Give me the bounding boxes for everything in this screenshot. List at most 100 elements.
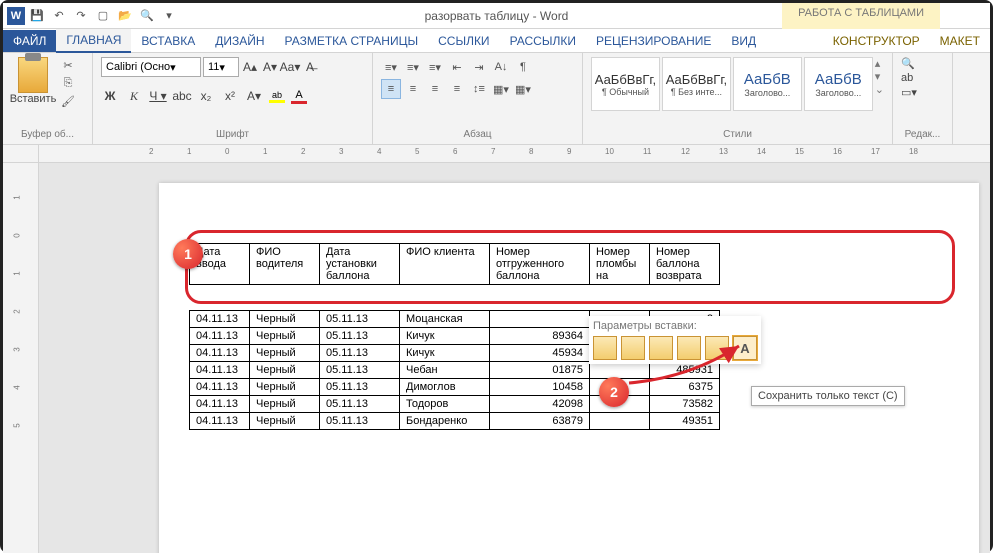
style-heading2[interactable]: АаБбВ Заголово... — [804, 57, 873, 111]
table-cell[interactable]: 05.11.13 — [320, 379, 400, 396]
tab-references[interactable]: ССЫЛКИ — [428, 30, 499, 52]
indent-right-icon[interactable]: ⇥ — [469, 57, 489, 77]
format-painter-icon[interactable]: 🖌 — [59, 93, 77, 109]
table-cell[interactable]: 05.11.13 — [320, 311, 400, 328]
table-cell[interactable]: 05.11.13 — [320, 396, 400, 413]
tab-insert[interactable]: ВСТАВКА — [131, 30, 205, 52]
table-cell[interactable]: Тодоров — [400, 396, 490, 413]
table-cell[interactable]: Кичук — [400, 345, 490, 362]
qat-dropdown-icon[interactable]: ▾ — [159, 6, 179, 26]
copy-icon[interactable]: ⎘ — [59, 75, 77, 91]
grow-font-icon[interactable]: A▴ — [241, 58, 259, 76]
table-cell[interactable]: Димоглов — [400, 379, 490, 396]
table-row[interactable]: 04.11.13Черный05.11.13Димоглов104586375 — [190, 379, 720, 396]
table-header-cell[interactable]: ФИО клиента — [400, 244, 490, 285]
tab-view[interactable]: ВИД — [721, 30, 766, 52]
multilevel-icon[interactable]: ≡▾ — [425, 57, 445, 77]
table-header-cell[interactable]: Номер баллона возврата — [650, 244, 720, 285]
table-header-cell[interactable]: Дата установки баллона — [320, 244, 400, 285]
superscript-button[interactable]: x² — [221, 87, 239, 105]
paste-option-text-only-icon[interactable]: A — [733, 336, 757, 360]
paste-option-overwrite-icon[interactable] — [705, 336, 729, 360]
table-cell[interactable]: 04.11.13 — [190, 328, 250, 345]
table-cell[interactable]: 05.11.13 — [320, 362, 400, 379]
cut-icon[interactable]: ✂ — [59, 57, 77, 73]
table-cell[interactable]: 05.11.13 — [320, 345, 400, 362]
table-cell[interactable]: 89364 — [490, 328, 590, 345]
tab-review[interactable]: РЕЦЕНЗИРОВАНИЕ — [586, 30, 721, 52]
tab-design[interactable]: ДИЗАЙН — [205, 30, 274, 52]
table-cell[interactable]: Черный — [250, 396, 320, 413]
styles-down-icon[interactable]: ▾ — [875, 70, 884, 83]
paste-button[interactable]: Вставить — [11, 57, 55, 105]
style-heading1[interactable]: АаБбВ Заголово... — [733, 57, 802, 111]
change-case-icon[interactable]: Aa▾ — [281, 58, 299, 76]
table-row[interactable]: 04.11.13Черный05.11.13Тодоров4209873582 — [190, 396, 720, 413]
borders-icon[interactable]: ▦▾ — [513, 79, 533, 99]
table-cell[interactable]: 45934 — [490, 345, 590, 362]
table-cell[interactable]: 04.11.13 — [190, 396, 250, 413]
select-icon[interactable]: ▭▾ — [901, 86, 917, 99]
table-header-cell[interactable]: Номер отгруженного баллона — [490, 244, 590, 285]
numbering-icon[interactable]: ≡▾ — [403, 57, 423, 77]
open-icon[interactable]: 📂 — [115, 6, 135, 26]
redo-icon[interactable]: ↷ — [71, 6, 91, 26]
new-doc-icon[interactable]: ▢ — [93, 6, 113, 26]
shading-icon[interactable]: ▦▾ — [491, 79, 511, 99]
align-center-icon[interactable]: ≡ — [403, 79, 423, 99]
shrink-font-icon[interactable]: A▾ — [261, 58, 279, 76]
bullets-icon[interactable]: ≡▾ — [381, 57, 401, 77]
tab-home[interactable]: ГЛАВНАЯ — [56, 29, 131, 53]
show-marks-icon[interactable]: ¶ — [513, 57, 533, 77]
italic-button[interactable]: К — [125, 87, 143, 105]
table-header-cell[interactable]: ФИО водителя — [250, 244, 320, 285]
table-cell[interactable]: 6375 — [650, 379, 720, 396]
undo-icon[interactable]: ↶ — [49, 6, 69, 26]
replace-icon[interactable]: ab — [901, 72, 913, 84]
table-cell[interactable]: 04.11.13 — [190, 413, 250, 430]
align-justify-icon[interactable]: ≡ — [447, 79, 467, 99]
tab-table-layout[interactable]: МАКЕТ — [930, 30, 990, 52]
table-cell[interactable]: 01875 — [490, 362, 590, 379]
table-row[interactable]: 04.11.13Черный05.11.13Бондаренко63879493… — [190, 413, 720, 430]
table-cell[interactable]: Черный — [250, 413, 320, 430]
table-cell[interactable]: 63879 — [490, 413, 590, 430]
paste-option-nest-icon[interactable] — [649, 336, 673, 360]
table-cell[interactable]: Чебан — [400, 362, 490, 379]
save-icon[interactable]: 💾 — [27, 6, 47, 26]
strike-button[interactable]: abc — [173, 87, 191, 105]
style-nospacing[interactable]: АаБбВвГг, ¶ Без инте... — [662, 57, 731, 111]
table-cell[interactable]: 04.11.13 — [190, 345, 250, 362]
font-color-button[interactable]: A — [291, 89, 307, 104]
subscript-button[interactable]: x₂ — [197, 87, 215, 105]
paste-option-merge-icon[interactable] — [621, 336, 645, 360]
align-right-icon[interactable]: ≡ — [425, 79, 445, 99]
vertical-ruler[interactable]: 1012345 — [3, 163, 39, 553]
tab-mailings[interactable]: РАССЫЛКИ — [500, 30, 586, 52]
table-cell[interactable] — [590, 362, 650, 379]
paste-option-keep-source-icon[interactable] — [593, 336, 617, 360]
tab-table-design[interactable]: КОНСТРУКТОР — [823, 30, 930, 52]
style-normal[interactable]: АаБбВвГг, ¶ Обычный — [591, 57, 660, 111]
styles-up-icon[interactable]: ▴ — [875, 57, 884, 70]
table-cell[interactable]: 05.11.13 — [320, 328, 400, 345]
bold-button[interactable]: Ж — [101, 87, 119, 105]
table-cell[interactable]: Бондаренко — [400, 413, 490, 430]
table-cell[interactable]: 05.11.13 — [320, 413, 400, 430]
table-cell[interactable]: 04.11.13 — [190, 311, 250, 328]
table-cell[interactable]: Черный — [250, 345, 320, 362]
table-header-cell[interactable]: Номер пломбы на — [590, 244, 650, 285]
table-cell[interactable]: 73582 — [650, 396, 720, 413]
horizontal-ruler[interactable]: 210123456789101112131415161718 — [39, 145, 990, 162]
print-preview-icon[interactable]: 🔍 — [137, 6, 157, 26]
table-cell[interactable] — [590, 413, 650, 430]
font-size-combo[interactable]: 11 ▾ — [203, 57, 239, 77]
table-cell[interactable]: 10458 — [490, 379, 590, 396]
underline-button[interactable]: Ч ▾ — [149, 87, 167, 105]
styles-more-icon[interactable]: ⌄ — [875, 83, 884, 96]
text-effects-icon[interactable]: A▾ — [245, 87, 263, 105]
tab-file[interactable]: ФАЙЛ — [3, 30, 56, 52]
table-cell[interactable]: Черный — [250, 379, 320, 396]
font-name-combo[interactable]: Calibri (Осно ▾ — [101, 57, 201, 77]
table-row[interactable]: 04.11.13Черный05.11.13Чебан01875485931 — [190, 362, 720, 379]
